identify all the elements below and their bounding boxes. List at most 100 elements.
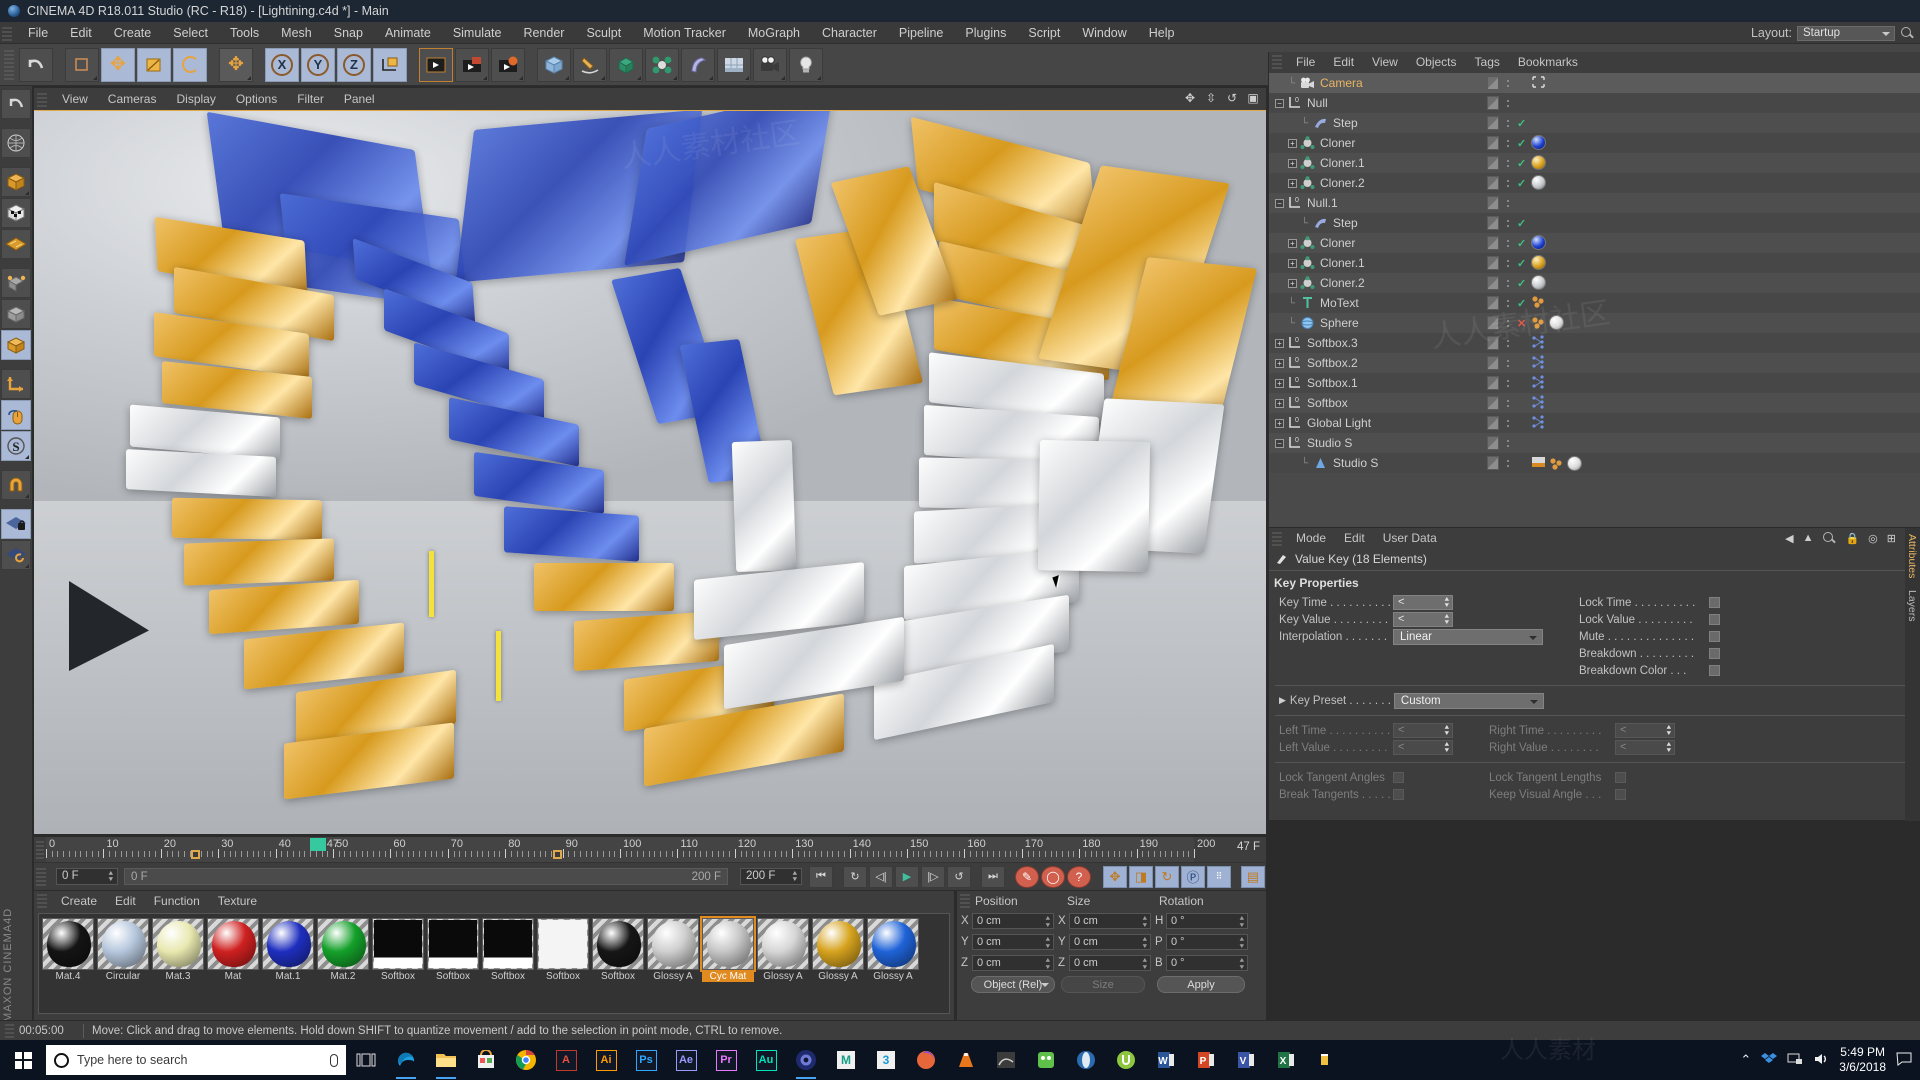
visibility-dots-icon[interactable] <box>1487 196 1499 210</box>
expand-icon[interactable]: + <box>1288 278 1297 288</box>
attribute-menu-user-data[interactable]: User Data <box>1374 528 1446 549</box>
rotation-h-field[interactable]: 0 ° ⯅ ⯆ <box>1166 912 1248 929</box>
attribute-field[interactable]: < ⯅ ⯆ <box>1393 595 1453 610</box>
menu-motion-tracker[interactable]: Motion Tracker <box>632 22 737 44</box>
material-menu-function[interactable]: Function <box>145 891 209 911</box>
object-menu-tags[interactable]: Tags <box>1466 52 1509 72</box>
object-row[interactable]: └ MoText ✓ <box>1269 293 1920 313</box>
object-columns[interactable] <box>1487 96 1513 110</box>
layer-dots-icon[interactable] <box>1503 376 1513 390</box>
enabled-check-icon[interactable]: ✓ <box>1517 257 1526 270</box>
material-preview[interactable] <box>427 918 479 970</box>
action-center-icon[interactable] <box>1896 1052 1912 1069</box>
acrobat-icon[interactable]: A <box>546 1040 586 1080</box>
attribute-grip[interactable] <box>1272 531 1282 546</box>
make-editable-icon[interactable] <box>1 128 31 158</box>
material-item[interactable]: Softbox <box>537 918 589 1009</box>
object-columns[interactable] <box>1487 416 1513 430</box>
layer-dots-icon[interactable] <box>1503 276 1513 290</box>
visibility-dots-icon[interactable] <box>1487 136 1499 150</box>
material-item[interactable]: Mat <box>207 918 259 1009</box>
after-effects-icon[interactable]: Ae <box>666 1040 706 1080</box>
stepper-icon[interactable]: ⯅ ⯆ <box>1142 956 1148 971</box>
3dsmax-icon[interactable]: 3 <box>866 1040 906 1080</box>
object-row[interactable]: + Cloner ✓ <box>1269 233 1920 253</box>
expand-icon[interactable]: + <box>1275 358 1284 368</box>
expand-icon[interactable]: + <box>1288 258 1297 268</box>
stepper-icon[interactable]: ⯅ ⯆ <box>1444 613 1450 627</box>
material-tag-silver[interactable] <box>1531 175 1546 190</box>
material-item[interactable]: Softbox <box>592 918 644 1009</box>
utorrent-icon2[interactable] <box>1106 1040 1146 1080</box>
menu-pipeline[interactable]: Pipeline <box>888 22 954 44</box>
coordinates-grip[interactable] <box>960 894 970 908</box>
object-columns[interactable] <box>1487 196 1513 210</box>
start-frame-field[interactable]: 0 F ⯅ ⯆ <box>56 868 118 885</box>
windows-start-icon[interactable] <box>0 1040 46 1080</box>
enabled-check-icon[interactable]: ✓ <box>1517 177 1526 190</box>
attribute-menu-bar[interactable]: Mode Edit User Data ◀ ▲ 🔒 ◎ ⊞ <box>1269 528 1920 549</box>
visibility-dots-icon[interactable] <box>1487 376 1499 390</box>
go-to-start-icon[interactable]: ⏮ <box>809 865 833 888</box>
misc-icon[interactable] <box>1306 1040 1346 1080</box>
cinema4d-icon[interactable] <box>786 1040 826 1080</box>
transport-bar[interactable]: 0 F ⯅ ⯆ 0 F 200 F 200 F ⯅ ⯆ ⏮ ↻ ◁| ▶ |▷ ↺ ⏭ … <box>34 862 1266 890</box>
stepper-icon[interactable]: ⯅ ⯆ <box>1142 935 1148 950</box>
material-menu-texture[interactable]: Texture <box>209 891 266 911</box>
illustrator-icon[interactable]: Ai <box>586 1040 626 1080</box>
material-preview[interactable] <box>700 916 756 972</box>
spline-pen-icon[interactable] <box>573 47 607 82</box>
xpresso-tag[interactable] <box>1531 395 1546 412</box>
workplane-rotate-icon[interactable] <box>1 540 31 570</box>
xpresso-tag[interactable] <box>1531 355 1546 372</box>
stepper-icon[interactable]: ⯅ ⯆ <box>1045 956 1051 971</box>
visibility-dots-icon[interactable] <box>1487 156 1499 170</box>
key-preset-dropdown[interactable]: Custom <box>1393 692 1544 709</box>
mograph-tag[interactable] <box>1531 295 1546 309</box>
layer-dots-icon[interactable] <box>1503 116 1513 130</box>
floor-icon[interactable] <box>717 47 751 82</box>
layer-dots-icon[interactable] <box>1503 96 1513 110</box>
material-item[interactable]: Mat.2 <box>317 918 369 1009</box>
size-mode-dropdown[interactable]: Size <box>1061 976 1145 993</box>
object-tags[interactable] <box>1531 295 1546 309</box>
menu-mesh[interactable]: Mesh <box>270 22 323 44</box>
material-preview[interactable] <box>592 918 644 970</box>
opera-icon[interactable] <box>1066 1040 1106 1080</box>
axis-z-icon[interactable]: Z <box>337 47 371 82</box>
material-menu-create[interactable]: Create <box>52 891 106 911</box>
object-tags[interactable] <box>1531 255 1546 270</box>
enabled-check-icon[interactable]: ✓ <box>1517 277 1526 290</box>
object-menu-bookmarks[interactable]: Bookmarks <box>1509 52 1587 72</box>
object-tags[interactable] <box>1531 375 1546 392</box>
visio-icon[interactable]: V <box>1226 1040 1266 1080</box>
object-columns[interactable] <box>1487 456 1513 470</box>
stepper-icon[interactable]: ⯅ ⯆ <box>1239 914 1245 929</box>
xpresso-tag[interactable] <box>1531 415 1546 432</box>
magnet-icon[interactable] <box>1 470 31 500</box>
material-tag-blue[interactable] <box>1531 135 1546 150</box>
pan-icon[interactable]: ✥ <box>1183 91 1197 105</box>
photoshop-icon[interactable]: Ps <box>626 1040 666 1080</box>
position-key-icon[interactable]: ✥ <box>1103 865 1127 888</box>
workplane-lock-icon[interactable] <box>1 509 31 539</box>
layer-dots-icon[interactable] <box>1503 176 1513 190</box>
object-tags[interactable] <box>1531 395 1546 412</box>
expand-triangle-icon[interactable]: ▶ <box>1279 695 1286 706</box>
layout-selector[interactable]: Layout: Startup <box>1751 22 1914 44</box>
viewport-menu-cameras[interactable]: Cameras <box>98 88 167 110</box>
object-tags[interactable] <box>1531 315 1564 330</box>
object-columns[interactable] <box>1487 336 1513 350</box>
scale-icon[interactable] <box>137 47 171 82</box>
position-y-field[interactable]: 0 cm ⯅ ⯆ <box>972 933 1054 950</box>
menu-character[interactable]: Character <box>811 22 888 44</box>
menu-simulate[interactable]: Simulate <box>442 22 513 44</box>
mograph-tag[interactable] <box>1531 316 1546 330</box>
material-item[interactable]: Circular <box>97 918 149 1009</box>
previous-frame-icon[interactable]: ◁| <box>869 865 893 888</box>
rotation-b-field[interactable]: 0 ° ⯅ ⯆ <box>1166 954 1248 971</box>
edge-icon[interactable] <box>386 1040 426 1080</box>
toolbar-grip[interactable] <box>4 49 14 80</box>
utorrent-icon[interactable] <box>1026 1040 1066 1080</box>
object-manager-grip[interactable] <box>1272 55 1282 69</box>
